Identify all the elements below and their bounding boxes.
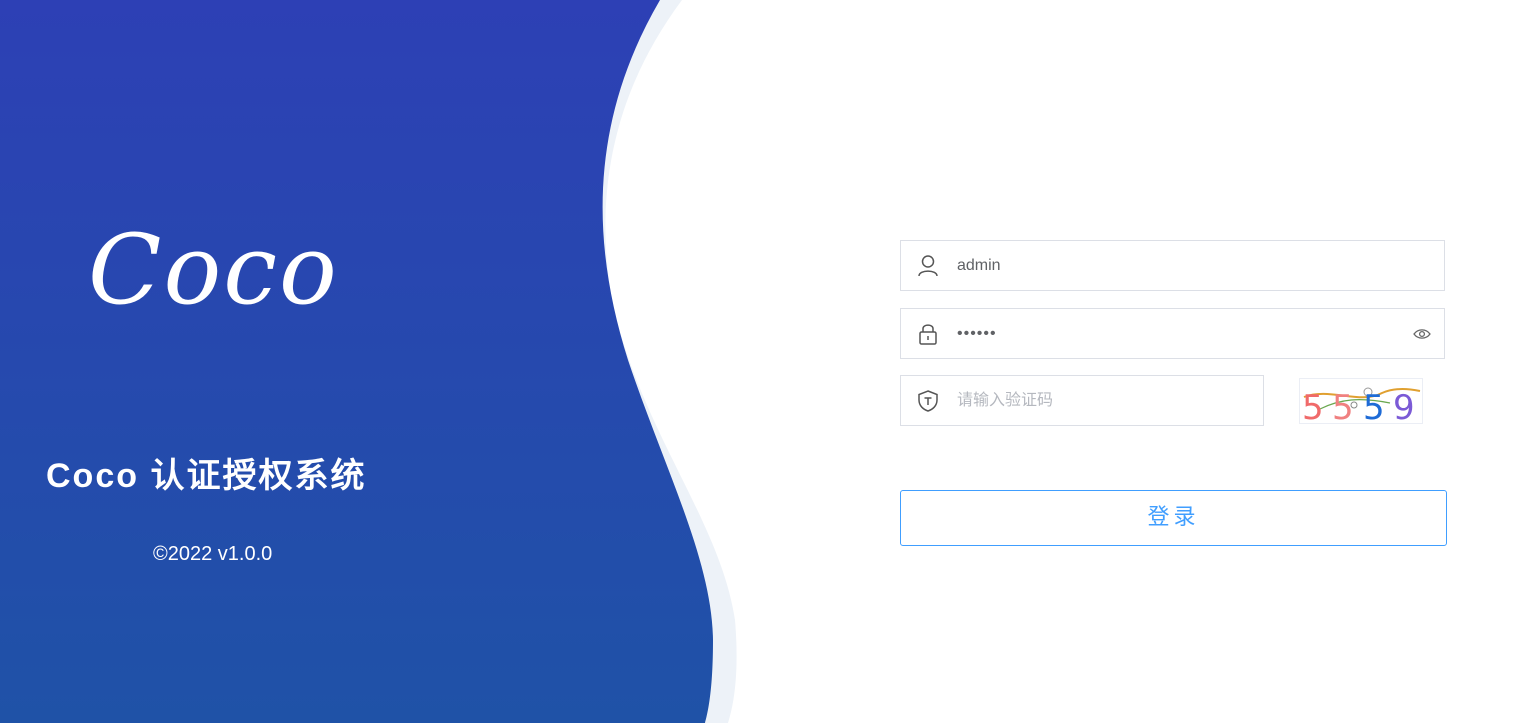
brand-logo: Coco: [88, 214, 339, 326]
lock-icon: [919, 324, 937, 345]
captcha-digit-3: 5: [1363, 388, 1385, 423]
decorative-background: [0, 0, 737, 723]
copyright-text: ©2022 v1.0.0: [153, 543, 273, 565]
login-button[interactable]: 登录: [900, 490, 1447, 546]
system-title: Coco 认证授权系统: [46, 457, 367, 495]
captcha-digit-1: 5: [1302, 388, 1324, 423]
captcha-digit-2: 5: [1332, 388, 1354, 423]
captcha-graphic: 5 5 5 9: [1302, 387, 1421, 423]
captcha-digit-4: 9: [1393, 388, 1415, 423]
eye-icon[interactable]: [1413, 326, 1431, 342]
username-field[interactable]: [900, 240, 1445, 291]
password-input[interactable]: [957, 309, 1397, 358]
user-icon: [918, 255, 938, 277]
captcha-field[interactable]: [900, 375, 1264, 426]
username-input[interactable]: [957, 241, 1397, 290]
login-page: Coco Coco 认证授权系统 ©2022 v1.0.0 admin 请输入验…: [0, 0, 1538, 723]
captcha-input[interactable]: [957, 376, 1247, 425]
password-field[interactable]: [900, 308, 1445, 359]
captcha-image[interactable]: 5 5 5 9: [1299, 378, 1423, 424]
shield-icon: [918, 390, 938, 412]
